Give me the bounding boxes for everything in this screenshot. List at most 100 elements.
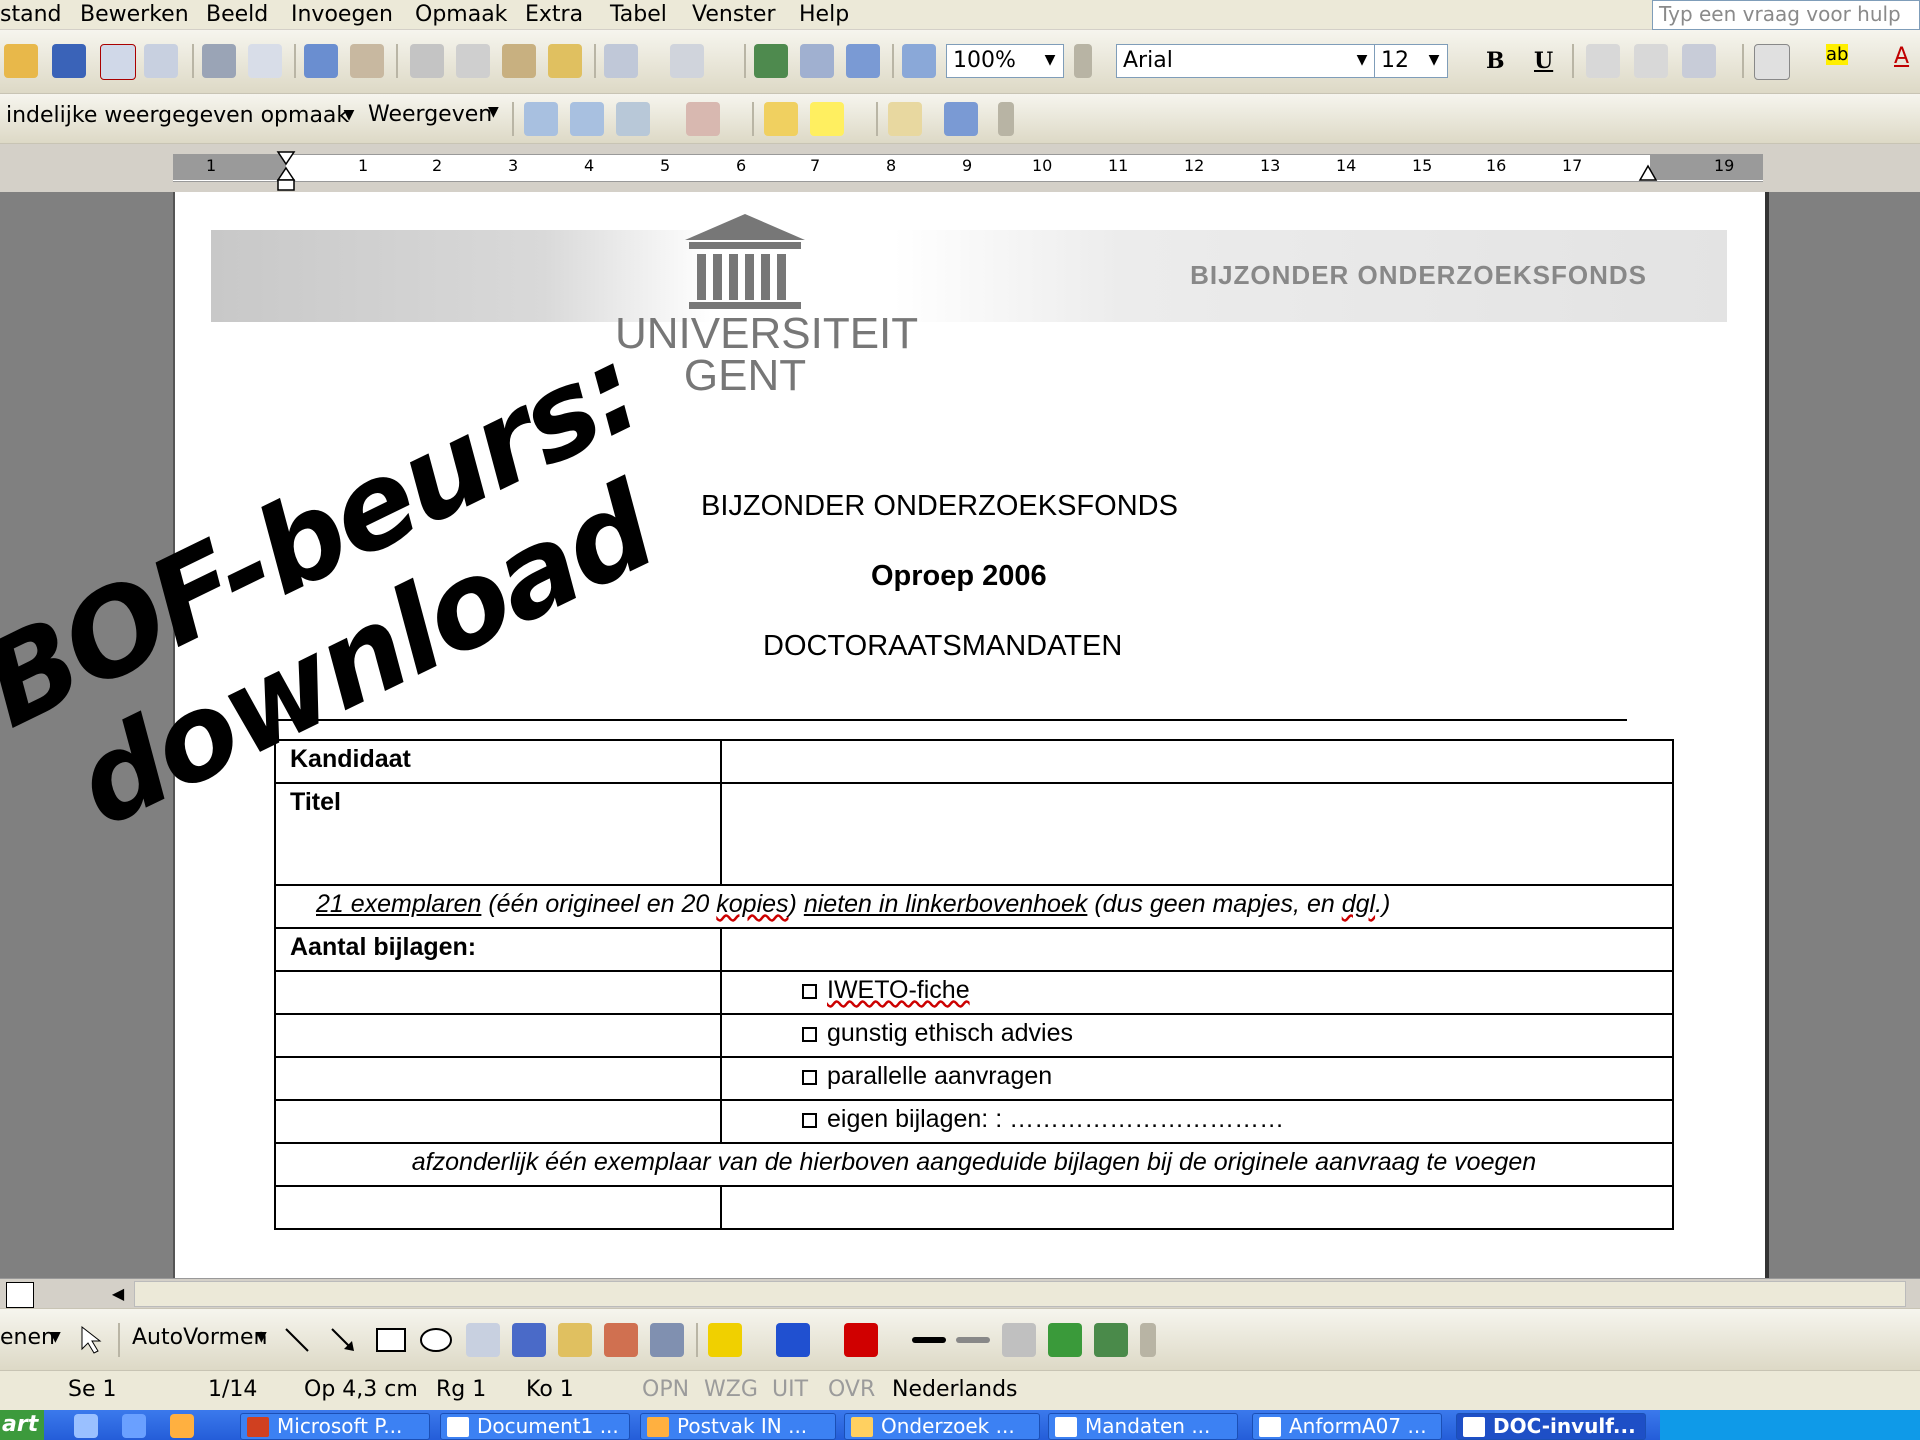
menu-table[interactable]: Tabel — [610, 2, 667, 27]
arrow-icon[interactable] — [328, 1325, 358, 1355]
print-icon[interactable] — [202, 44, 236, 78]
checkbox-icon[interactable] — [802, 1026, 817, 1042]
toolbar-options-icon[interactable] — [998, 102, 1014, 136]
task-mandaten[interactable]: Mandaten ... — [1048, 1413, 1238, 1440]
document-map-icon[interactable] — [902, 44, 936, 78]
right-indent-marker-icon[interactable] — [1638, 164, 1658, 182]
kandidaat-field[interactable] — [720, 739, 1674, 784]
insert-table-icon[interactable] — [846, 44, 880, 78]
menu-view[interactable]: Beeld — [206, 2, 268, 27]
task-powerpoint[interactable]: Microsoft P... — [240, 1413, 430, 1440]
markup-display-select[interactable]: indelijke weergegeven opmaak ▼ — [0, 100, 362, 134]
hyperlink-icon[interactable] — [754, 44, 788, 78]
accept-change-icon[interactable] — [616, 102, 650, 136]
help-search-input[interactable]: Typ een vraag voor hulp — [1652, 0, 1920, 30]
show-menu-button[interactable]: Weergeven — [368, 102, 492, 127]
paste-icon[interactable] — [502, 44, 536, 78]
zoom-select[interactable]: 100% ▼ — [946, 44, 1064, 78]
3d-style-icon[interactable] — [1094, 1323, 1128, 1357]
oval-icon[interactable] — [418, 1325, 454, 1355]
draw-menu-button[interactable]: enen — [0, 1325, 55, 1350]
option-ethical-advice[interactable]: gunstig ethisch advies — [720, 1013, 1674, 1058]
status-ovr[interactable]: OVR — [828, 1377, 875, 1402]
horizontal-scrollbar[interactable] — [134, 1281, 1906, 1307]
task-onderzoek[interactable]: Onderzoek ... — [844, 1413, 1040, 1440]
menu-edit[interactable]: Bewerken — [80, 2, 189, 27]
option-parallel-requests[interactable]: parallelle aanvragen — [720, 1056, 1674, 1101]
select-pointer-icon[interactable] — [78, 1325, 102, 1355]
undo-icon[interactable] — [604, 44, 638, 78]
align-left-icon[interactable] — [1586, 44, 1620, 78]
toolbar-options-icon[interactable] — [1074, 44, 1092, 78]
font-color-icon[interactable] — [844, 1323, 878, 1357]
titel-field[interactable] — [720, 782, 1674, 886]
bold-button[interactable]: B — [1486, 48, 1505, 74]
reviewing-pane-icon[interactable] — [944, 102, 978, 136]
redo-icon[interactable] — [670, 44, 704, 78]
menu-format[interactable]: Opmaak — [415, 2, 507, 27]
arrow-style-icon[interactable] — [1002, 1323, 1036, 1357]
normal-view-icon[interactable] — [6, 1282, 34, 1308]
task-inbox[interactable]: Postvak IN ... — [640, 1413, 836, 1440]
borders-icon[interactable] — [1754, 44, 1790, 80]
status-trk[interactable]: WZG — [704, 1377, 758, 1402]
quicklaunch-ie-icon[interactable] — [74, 1414, 98, 1438]
save-icon[interactable] — [52, 44, 86, 78]
quicklaunch-outlook-icon[interactable] — [122, 1414, 146, 1438]
email-icon[interactable] — [144, 44, 178, 78]
line-spacing-icon[interactable] — [1682, 44, 1716, 78]
highlight-icon[interactable] — [810, 102, 844, 136]
text-box-icon[interactable] — [466, 1323, 500, 1357]
permission-icon[interactable] — [100, 44, 136, 80]
research-icon[interactable] — [350, 44, 384, 78]
menu-tools[interactable]: Extra — [525, 2, 583, 27]
format-painter-icon[interactable] — [548, 44, 582, 78]
reading-view-icon[interactable] — [74, 1282, 100, 1306]
start-button[interactable]: art — [0, 1410, 44, 1440]
outline-view-icon[interactable] — [42, 1282, 68, 1306]
dash-style-icon[interactable] — [956, 1337, 990, 1343]
quicklaunch-desktop-icon[interactable] — [170, 1414, 194, 1438]
status-ext[interactable]: UIT — [772, 1377, 808, 1402]
menu-insert[interactable]: Invoegen — [291, 2, 393, 27]
menu-file[interactable]: stand — [0, 2, 61, 27]
checkbox-icon[interactable] — [802, 1112, 817, 1128]
option-iweto[interactable]: IWETO-fiche — [720, 970, 1674, 1015]
reject-change-icon[interactable] — [686, 102, 720, 136]
rectangle-icon[interactable] — [374, 1325, 408, 1355]
checkbox-icon[interactable] — [802, 1069, 817, 1085]
track-changes-icon[interactable] — [888, 102, 922, 136]
insert-comment-icon[interactable] — [764, 102, 798, 136]
menu-window[interactable]: Venster — [692, 2, 776, 27]
highlight-button[interactable]: ab — [1826, 44, 1849, 65]
shadow-style-icon[interactable] — [1048, 1323, 1082, 1357]
fill-color-icon[interactable] — [708, 1323, 742, 1357]
insert-picture-icon[interactable] — [650, 1323, 684, 1357]
clipart-icon[interactable] — [604, 1323, 638, 1357]
font-size-select[interactable]: 12 ▼ — [1374, 44, 1448, 78]
wordart-icon[interactable] — [512, 1323, 546, 1357]
font-select[interactable]: Arial ▼ — [1116, 44, 1376, 78]
spelling-icon[interactable] — [304, 44, 338, 78]
font-color-button[interactable]: A — [1894, 44, 1909, 69]
indent-marker-icon[interactable] — [276, 150, 296, 194]
option-own-attachments[interactable]: eigen bijlagen: : …………………………… — [720, 1099, 1674, 1144]
checkbox-icon[interactable] — [802, 983, 817, 999]
status-rec[interactable]: OPN — [642, 1377, 689, 1402]
line-color-icon[interactable] — [776, 1323, 810, 1357]
next-change-icon[interactable] — [570, 102, 604, 136]
underline-button[interactable]: U — [1534, 48, 1553, 74]
line-style-icon[interactable] — [912, 1337, 946, 1343]
task-anform[interactable]: AnformA07 ... — [1252, 1413, 1442, 1440]
cut-icon[interactable] — [410, 44, 444, 78]
open-folder-icon[interactable] — [4, 44, 38, 78]
previous-change-icon[interactable] — [524, 102, 558, 136]
copy-icon[interactable] — [456, 44, 490, 78]
tables-borders-icon[interactable] — [800, 44, 834, 78]
justify-icon[interactable] — [1634, 44, 1668, 78]
scroll-left-icon[interactable]: ◀ — [106, 1282, 130, 1306]
task-document1[interactable]: Document1 ... — [440, 1413, 630, 1440]
print-preview-icon[interactable] — [248, 44, 282, 78]
task-doc-invulformulier[interactable]: DOC-invulf... — [1456, 1413, 1646, 1440]
menu-help[interactable]: Help — [799, 2, 849, 27]
